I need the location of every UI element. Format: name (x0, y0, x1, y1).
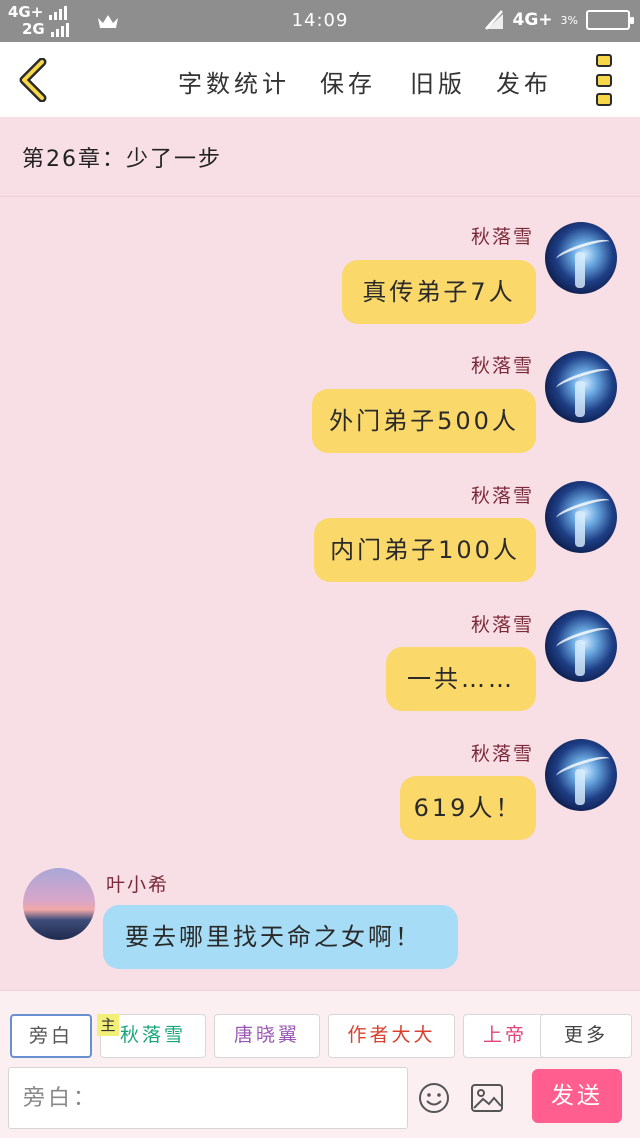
message-bubble[interactable]: 真传弟子7人 (342, 260, 536, 324)
character-tab-author[interactable]: 作者大大 (328, 1014, 455, 1058)
save-button[interactable]: 保存 (320, 64, 376, 99)
message-bubble[interactable]: 内门弟子100人 (314, 518, 536, 582)
main-character-tag: 主 (97, 1014, 119, 1036)
message-sender: 秋落雪 (470, 485, 534, 507)
narration-tab[interactable]: 旁白 (10, 1014, 92, 1058)
avatar[interactable] (545, 610, 617, 682)
message-bubble[interactable]: 一共…… (386, 647, 536, 711)
status-bar: 4G+ 2G 14:09 4G+ 3% (0, 0, 640, 42)
message-bubble[interactable]: 619人！ (400, 776, 536, 840)
message-input[interactable] (9, 1068, 407, 1128)
message-sender: 叶小希 (106, 874, 170, 896)
emoji-icon[interactable] (418, 1082, 450, 1114)
avatar[interactable] (23, 868, 95, 940)
network-type-right: 4G+ (512, 10, 553, 30)
publish-button[interactable]: 发布 (496, 64, 552, 99)
message-sender: 秋落雪 (470, 614, 534, 636)
old-version-button[interactable]: 旧版 (410, 64, 466, 99)
more-characters-button[interactable]: 更多 (540, 1014, 632, 1058)
avatar[interactable] (545, 481, 617, 553)
message-sender: 秋落雪 (470, 226, 534, 248)
message-sender: 秋落雪 (470, 355, 534, 377)
avatar[interactable] (545, 222, 617, 294)
word-count-button[interactable]: 字数统计 (178, 64, 290, 99)
top-nav: 字数统计 保存 旧版 发布 (0, 42, 640, 117)
menu-dots-icon[interactable] (596, 54, 614, 106)
avatar[interactable] (545, 351, 617, 423)
image-icon[interactable] (470, 1083, 504, 1113)
mute-icon (484, 10, 503, 30)
status-right: 4G+ 3% (483, 9, 634, 31)
message-bubble[interactable]: 外门弟子500人 (312, 389, 536, 453)
message-bubble[interactable]: 要去哪里找天命之女啊！ (103, 905, 458, 969)
character-tab-god[interactable]: 上帝 (463, 1014, 547, 1058)
back-chevron-icon[interactable] (16, 58, 50, 102)
character-tab-tangxiaoyi[interactable]: 唐晓翼 (214, 1014, 320, 1058)
battery-percent: 3% (560, 13, 578, 27)
battery-icon (586, 10, 634, 30)
message-sender: 秋落雪 (470, 743, 534, 765)
avatar[interactable] (545, 739, 617, 811)
send-button[interactable]: 发送 (532, 1069, 622, 1123)
chapter-title[interactable]: 第26章：少了一步 (22, 141, 222, 173)
chapter-header: 第26章：少了一步 (0, 117, 640, 197)
message-input-box[interactable] (8, 1067, 408, 1129)
